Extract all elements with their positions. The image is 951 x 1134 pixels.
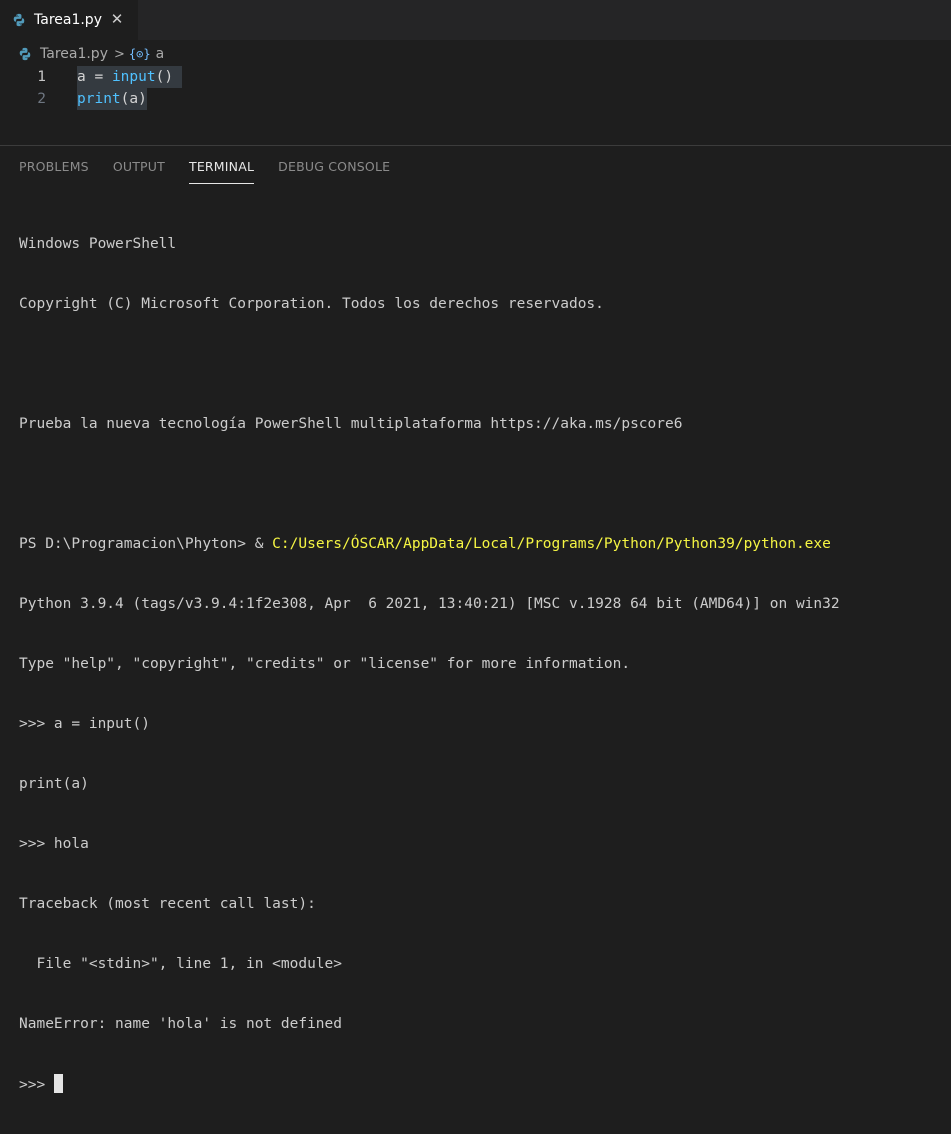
terminal-line: NameError: name 'hola' is not defined — [19, 1016, 343, 1032]
tab-terminal[interactable]: TERMINAL — [188, 158, 255, 184]
code-editor[interactable]: 1 a = input() 2 print(a) — [0, 66, 951, 146]
terminal-line: Windows PowerShell — [19, 236, 177, 252]
variable-symbol-icon: {⊙} — [128, 47, 151, 61]
token-paren: () — [155, 69, 174, 85]
tab-problems[interactable]: PROBLEMS — [19, 158, 89, 184]
breadcrumb-file[interactable]: Tarea1.py — [40, 46, 108, 62]
token-function: input — [111, 69, 156, 85]
bottom-panel: PROBLEMS OUTPUT TERMINAL DEBUG CONSOLE W… — [0, 145, 951, 1093]
terminal-line: Copyright (C) Microsoft Corporation. Tod… — [19, 296, 604, 312]
terminal-cursor — [53, 1074, 63, 1093]
tab-tarea1-py[interactable]: Tarea1.py ✕ — [0, 0, 138, 40]
terminal-command-line: PS D:\Programacion\Phyton> & C:/Users/ÓS… — [19, 534, 840, 554]
tab-debug-console[interactable]: DEBUG CONSOLE — [278, 158, 390, 184]
terminal-line: Type "help", "copyright", "credits" or "… — [19, 656, 631, 672]
code-line[interactable]: 1 a = input() — [0, 66, 951, 88]
terminal-line: File "<stdin>", line 1, in <module> — [19, 956, 343, 972]
terminal-line: Prueba la nueva tecnología PowerShell mu… — [19, 416, 683, 432]
token-function: print — [77, 91, 121, 107]
terminal-command-path: C:/Users/ÓSCAR/AppData/Local/Programs/Py… — [272, 536, 831, 552]
python-file-icon — [13, 13, 25, 27]
terminal-line: Traceback (most recent call last): — [19, 896, 316, 912]
python-file-icon — [19, 47, 31, 61]
tab-label: Tarea1.py — [34, 12, 102, 28]
terminal-line: >>> a = input() — [19, 716, 150, 732]
token-operator: = — [85, 69, 112, 85]
terminal-output[interactable]: Windows PowerShell Copyright (C) Microso… — [19, 194, 840, 1134]
line-number: 2 — [37, 91, 46, 107]
token-paren: ) — [138, 91, 147, 107]
breadcrumb: Tarea1.py > {⊙} a — [18, 44, 164, 64]
tab-output[interactable]: OUTPUT — [113, 158, 165, 184]
panel-tabs: PROBLEMS OUTPUT TERMINAL DEBUG CONSOLE — [19, 158, 414, 184]
breadcrumb-separator-icon: > — [113, 46, 125, 62]
terminal-prompt-line[interactable]: >>> — [19, 1074, 840, 1094]
terminal-prompt: PS D:\Programacion\Phyton> & — [19, 536, 273, 552]
editor-tab-bar: Tarea1.py ✕ — [0, 0, 951, 40]
token-variable: a — [77, 69, 86, 85]
close-tab-icon[interactable]: ✕ — [108, 10, 126, 28]
line-number: 1 — [37, 69, 46, 85]
terminal-line: Python 3.9.4 (tags/v3.9.4:1f2e308, Apr 6… — [19, 596, 840, 612]
token-argument: a — [129, 91, 139, 107]
terminal-line: print(a) — [19, 776, 89, 792]
breadcrumb-symbol[interactable]: a — [156, 46, 165, 62]
code-line[interactable]: 2 print(a) — [0, 88, 951, 110]
terminal-line: >>> hola — [19, 836, 89, 852]
terminal-prompt: >>> — [19, 1077, 54, 1093]
